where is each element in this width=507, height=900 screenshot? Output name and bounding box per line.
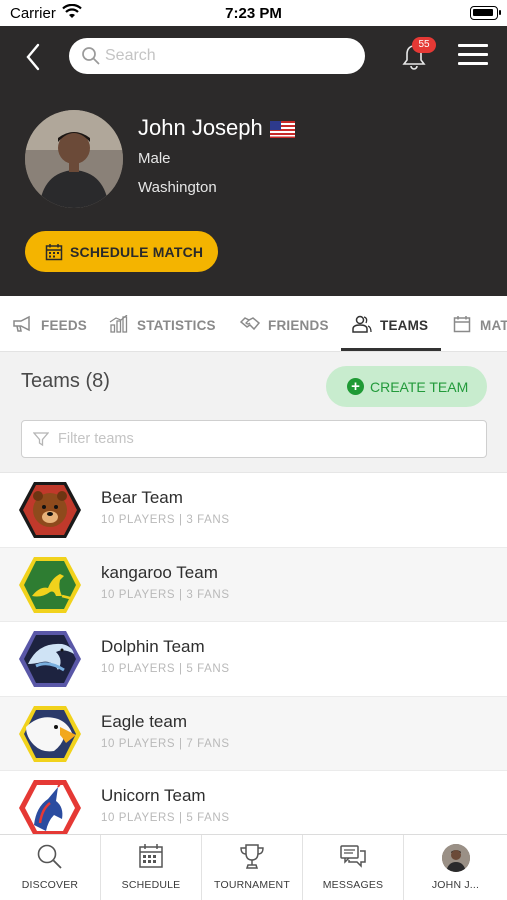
- team-meta: 10 PLAYERS | 5 FANS: [101, 663, 230, 675]
- us-flag-icon: [270, 121, 295, 138]
- filter-teams-field[interactable]: [21, 420, 487, 458]
- tab-friends[interactable]: FRIENDS: [239, 296, 332, 351]
- tab-matches[interactable]: MAT: [453, 296, 507, 351]
- nav-discover[interactable]: DISCOVER: [0, 835, 101, 900]
- tab-statistics[interactable]: STATISTICS: [109, 296, 221, 351]
- profile-name: John Joseph: [138, 115, 263, 140]
- tab-label: STATISTICS: [137, 318, 216, 333]
- team-meta: 10 PLAYERS | 5 FANS: [101, 812, 230, 824]
- team-row[interactable]: kangaroo Team 10 PLAYERS | 3 FANS: [0, 547, 507, 622]
- search-icon: [0, 843, 100, 876]
- chevron-left-icon: [26, 43, 40, 71]
- dolphin-logo-icon: [18, 630, 82, 688]
- back-button[interactable]: [22, 42, 46, 72]
- team-name: kangaroo Team: [101, 562, 218, 582]
- teams-count-heading: Teams (8): [21, 370, 110, 392]
- nav-label: TOURNAMENT: [214, 879, 290, 891]
- menu-line: [458, 53, 488, 56]
- menu-line: [458, 62, 488, 65]
- megaphone-icon: [12, 315, 32, 336]
- users-icon: [352, 315, 372, 336]
- profile-avatar[interactable]: [25, 110, 123, 208]
- plus-icon: +: [347, 378, 364, 395]
- nav-label: DISCOVER: [21, 879, 79, 891]
- calendar-icon: [45, 243, 63, 264]
- nav-messages[interactable]: MESSAGES: [303, 835, 404, 900]
- teams-list: Bear Team 10 PLAYERS | 3 FANS kangaroo T…: [0, 472, 507, 834]
- hamburger-menu-button[interactable]: [458, 44, 488, 66]
- filter-input[interactable]: [58, 421, 478, 457]
- schedule-match-label: SCHEDULE MATCH: [70, 244, 204, 260]
- tab-teams[interactable]: TEAMS: [352, 296, 438, 351]
- team-name: Bear Team: [101, 488, 183, 507]
- menu-line: [458, 44, 488, 47]
- nav-tournament[interactable]: TOURNAMENT: [202, 835, 303, 900]
- create-team-label: CREATE TEAM: [370, 379, 469, 395]
- team-name: Unicorn Team: [101, 786, 206, 805]
- avatar: [404, 843, 507, 877]
- nav-schedule[interactable]: SCHEDULE: [101, 835, 202, 900]
- nav-profile[interactable]: JOHN J...: [404, 835, 507, 900]
- status-bar: Carrier 7:23 PM: [0, 0, 507, 26]
- create-team-button[interactable]: + CREATE TEAM: [326, 366, 487, 407]
- profile-tabs: FEEDS STATISTICS FRIENDS TEAMS MAT: [0, 296, 507, 352]
- funnel-icon: [32, 431, 50, 452]
- bear-logo-icon: [18, 481, 82, 539]
- search-icon: [81, 46, 101, 71]
- team-row[interactable]: Dolphin Team 10 PLAYERS | 5 FANS: [0, 622, 507, 697]
- unicorn-logo-icon: [18, 779, 82, 834]
- battery-icon: [470, 6, 501, 20]
- search-input[interactable]: [105, 38, 355, 74]
- tab-label: FRIENDS: [268, 318, 329, 333]
- eagle-logo-icon: [18, 705, 82, 763]
- bar-chart-icon: [109, 314, 129, 336]
- handshake-icon: [239, 315, 261, 336]
- profile-header: 55 John Joseph Male Washington SCHEDULE …: [0, 26, 507, 296]
- chat-icon: [303, 843, 403, 874]
- tab-label: MAT: [480, 318, 507, 333]
- clock: 7:23 PM: [225, 5, 282, 22]
- nav-label: MESSAGES: [322, 879, 384, 891]
- notification-badge: 55: [412, 37, 436, 53]
- team-meta: 10 PLAYERS | 3 FANS: [101, 514, 230, 526]
- schedule-match-button[interactable]: SCHEDULE MATCH: [25, 231, 218, 272]
- team-row[interactable]: Eagle team 10 PLAYERS | 7 FANS: [0, 696, 507, 771]
- search-bar[interactable]: [69, 38, 365, 74]
- calendar-icon: [453, 315, 471, 336]
- team-row[interactable]: Bear Team 10 PLAYERS | 3 FANS: [0, 473, 507, 548]
- profile-gender: Male: [138, 150, 171, 167]
- nav-label: SCHEDULE: [121, 879, 181, 891]
- team-row[interactable]: Unicorn Team 10 PLAYERS | 5 FANS: [0, 771, 507, 834]
- calendar-icon: [101, 843, 201, 874]
- tab-label: TEAMS: [380, 318, 429, 333]
- team-name: Dolphin Team: [101, 637, 205, 656]
- profile-location: Washington: [138, 179, 217, 196]
- trophy-icon: [202, 843, 302, 876]
- team-name: Eagle team: [101, 711, 187, 731]
- active-tab-indicator: [341, 348, 441, 351]
- tab-feeds[interactable]: FEEDS: [12, 296, 92, 351]
- team-meta: 10 PLAYERS | 7 FANS: [101, 737, 230, 750]
- team-meta: 10 PLAYERS | 3 FANS: [101, 588, 230, 601]
- nav-label: JOHN J...: [431, 879, 480, 891]
- tab-label: FEEDS: [41, 318, 88, 333]
- kangaroo-logo-icon: [18, 556, 82, 614]
- bottom-navigation: DISCOVER SCHEDULE TOURNAMENT MESSAGES JO…: [0, 834, 507, 900]
